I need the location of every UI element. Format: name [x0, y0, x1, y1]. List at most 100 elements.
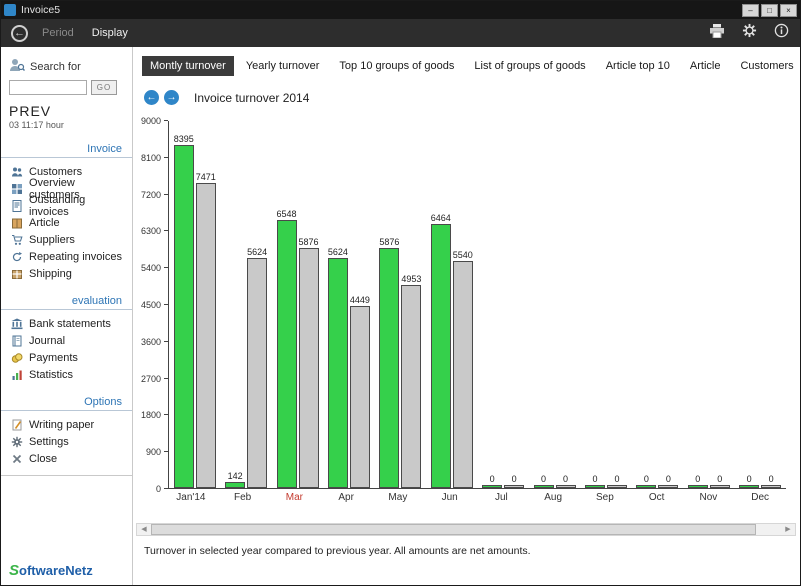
tab-yearly-turnover[interactable]: Yearly turnover — [238, 56, 328, 76]
sidebar-item-label: Writing paper — [29, 419, 94, 431]
search-go-button[interactable]: GO — [91, 80, 117, 95]
info-button[interactable] — [772, 25, 790, 41]
bar-previous-year — [196, 183, 216, 488]
tab-list-groups[interactable]: List of groups of goods — [466, 56, 593, 76]
y-tick-label: 5400 — [141, 263, 161, 273]
y-tick-label: 1800 — [141, 410, 161, 420]
sidebar-item-bank-statements[interactable]: Bank statements — [1, 315, 132, 332]
bar-selected-year — [585, 485, 605, 488]
y-tick-label: 4500 — [141, 300, 161, 310]
sidebar-item-statistics[interactable]: Statistics — [1, 366, 132, 383]
x-axis-label: Aug — [531, 492, 575, 503]
bar-selected-year — [482, 485, 502, 488]
sidebar-item-shipping[interactable]: Shipping — [1, 265, 132, 282]
bank-statements-icon — [11, 318, 23, 330]
bar-value-label: 5624 — [328, 247, 348, 257]
bar-previous-year — [504, 485, 524, 488]
scrollbar-thumb[interactable] — [151, 524, 756, 535]
sidebar-item-settings[interactable]: Settings — [1, 433, 132, 450]
bar-column: 0 — [606, 474, 628, 488]
y-tick-label: 7200 — [141, 190, 161, 200]
sidebar-item-journal[interactable]: Journal — [1, 332, 132, 349]
settings-toolbar-button[interactable] — [740, 25, 758, 41]
scrollbar-track[interactable] — [151, 524, 781, 535]
sidebar-item-writing-paper[interactable]: Writing paper — [1, 416, 132, 433]
bar-column: 4449 — [349, 295, 371, 488]
section-header-invoice: Invoice — [1, 143, 132, 158]
softwarenetz-logo: SoftwareNetz — [9, 562, 93, 579]
search-input[interactable] — [9, 80, 87, 95]
sidebar-divider — [1, 475, 132, 476]
bar-column: 5540 — [452, 250, 474, 488]
scroll-right-icon[interactable]: ▶ — [781, 524, 795, 535]
bar-group: 00 — [738, 474, 782, 488]
x-axis: Jan'14FebMarAprMayJunJulAugSepOctNovDec — [165, 489, 786, 503]
print-button[interactable] — [708, 25, 726, 41]
horizontal-scrollbar[interactable]: ◀ ▶ — [136, 523, 796, 536]
x-axis-label: Sep — [583, 492, 627, 503]
sidebar-item-label: Shipping — [29, 268, 72, 280]
maximize-button[interactable]: □ — [761, 4, 778, 17]
bar-previous-year — [658, 485, 678, 488]
bar-previous-year — [247, 258, 267, 488]
sidebar-item-label: Repeating invoices — [29, 251, 122, 263]
bar-group: 5876 4953 — [378, 237, 422, 488]
bar-column: 0 — [760, 474, 782, 488]
bar-column: 0 — [635, 474, 657, 488]
y-axis: 0900180027003600450054006300720081009000 — [138, 121, 168, 489]
close-window-button[interactable]: × — [780, 4, 797, 17]
tab-top10-groups[interactable]: Top 10 groups of goods — [331, 56, 462, 76]
display-button[interactable]: Display — [92, 27, 128, 39]
bar-value-label: 5876 — [379, 237, 399, 247]
y-tick-label: 900 — [146, 447, 161, 457]
bar-selected-year — [225, 482, 245, 488]
prev-year-button[interactable]: ← — [144, 90, 159, 105]
minimize-button[interactable]: – — [742, 4, 759, 17]
y-tick-label: 8100 — [141, 153, 161, 163]
bar-selected-year — [328, 258, 348, 488]
y-tick-label: 2700 — [141, 374, 161, 384]
close-x-icon — [11, 453, 23, 465]
bar-value-label: 0 — [490, 474, 495, 484]
sidebar-item-suppliers[interactable]: Suppliers — [1, 231, 132, 248]
bar-group: 65485876 — [276, 209, 320, 488]
bar-selected-year — [739, 485, 759, 488]
x-axis-label: Jul — [479, 492, 523, 503]
x-axis-label: Mar — [272, 492, 316, 503]
scroll-left-icon[interactable]: ◀ — [137, 524, 151, 535]
x-axis-label: Nov — [686, 492, 730, 503]
main-content: Montly turnover Yearly turnover Top 10 g… — [134, 47, 800, 585]
bar-column: 0 — [481, 474, 503, 488]
sidebar-item-close[interactable]: Close — [1, 450, 132, 467]
bar-column: 0 — [555, 474, 577, 488]
search-person-icon — [9, 57, 25, 76]
tab-customers[interactable]: Customers — [732, 56, 801, 76]
period-button[interactable]: Period — [42, 27, 74, 39]
statistics-icon — [11, 369, 23, 381]
bar-value-label: 5624 — [247, 247, 267, 257]
window-title: Invoice5 — [21, 4, 740, 16]
bar-previous-year — [350, 306, 370, 488]
sidebar-item-payments[interactable]: Payments — [1, 349, 132, 366]
footer-note: Turnover in selected year compared to pr… — [144, 545, 800, 557]
next-year-button[interactable]: → — [164, 90, 179, 105]
suppliers-icon — [11, 234, 23, 246]
tab-article-top10[interactable]: Article top 10 — [598, 56, 678, 76]
y-tick-label: 3600 — [141, 337, 161, 347]
bar-value-label: 0 — [666, 474, 671, 484]
sidebar-item-repeating-invoices[interactable]: Repeating invoices — [1, 248, 132, 265]
tab-article[interactable]: Article — [682, 56, 729, 76]
app-window: Invoice5 – □ × ← Period Display Search f… — [0, 0, 801, 586]
x-axis-label: Feb — [221, 492, 265, 503]
bar-value-label: 0 — [769, 474, 774, 484]
repeating-invoices-icon — [11, 251, 23, 263]
sidebar-item-outstanding-invoices[interactable]: Oustanding invoices — [1, 197, 132, 214]
bar-group: 00 — [481, 474, 525, 488]
bar-selected-year — [174, 145, 194, 488]
bar-value-label: 142 — [228, 471, 243, 481]
sidebar-item-label: Close — [29, 453, 57, 465]
chart-title: Invoice turnover 2014 — [194, 91, 309, 105]
tab-monthly-turnover[interactable]: Montly turnover — [142, 56, 234, 76]
back-button[interactable]: ← — [11, 25, 28, 42]
bar-value-label: 4953 — [401, 274, 421, 284]
